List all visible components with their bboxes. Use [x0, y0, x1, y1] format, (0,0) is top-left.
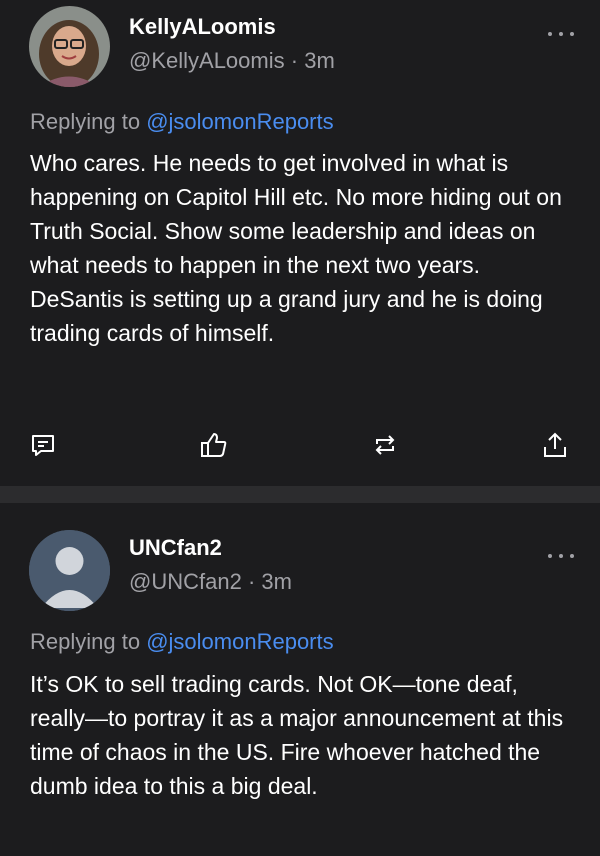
user-photo-icon	[29, 6, 110, 87]
repost-icon[interactable]	[370, 430, 400, 460]
mention-link[interactable]: @jsolomonReports	[146, 109, 333, 134]
more-options-icon[interactable]	[548, 552, 574, 560]
mention-link[interactable]: @jsolomonReports	[146, 629, 333, 654]
post-uncfan2[interactable]: UNCfan2 @UNCfan2 · 3m Replying to @jsolo…	[0, 503, 600, 856]
post-kellyaloomis[interactable]: KellyALoomis @KellyALoomis · 3m Replying…	[0, 0, 600, 486]
avatar[interactable]	[29, 6, 110, 87]
replying-to: Replying to @jsolomonReports	[30, 629, 334, 655]
display-name[interactable]: UNCfan2	[129, 535, 222, 561]
action-bar	[0, 430, 600, 464]
handle-line: @KellyALoomis · 3m	[129, 48, 335, 74]
handle[interactable]: @UNCfan2	[129, 569, 242, 594]
comment-icon[interactable]	[28, 430, 58, 460]
dot-separator: ·	[247, 569, 256, 594]
dot-separator: ·	[290, 48, 299, 73]
replying-to: Replying to @jsolomonReports	[30, 109, 334, 135]
default-avatar-icon	[29, 530, 110, 611]
avatar[interactable]	[29, 530, 110, 611]
post-body: It’s OK to sell trading cards. Not OK—to…	[30, 671, 564, 799]
share-icon[interactable]	[540, 430, 570, 460]
handle-line: @UNCfan2 · 3m	[129, 569, 292, 595]
timestamp: 3m	[261, 569, 292, 594]
more-options-icon[interactable]	[548, 30, 574, 38]
display-name[interactable]: KellyALoomis	[129, 14, 276, 40]
replying-prefix: Replying to	[30, 629, 141, 654]
handle[interactable]: @KellyALoomis	[129, 48, 285, 73]
timestamp: 3m	[304, 48, 335, 73]
thumbs-up-icon[interactable]	[199, 430, 229, 460]
post-body: Who cares. He needs to get involved in w…	[30, 150, 562, 346]
replying-prefix: Replying to	[30, 109, 141, 134]
post-separator	[0, 486, 600, 503]
